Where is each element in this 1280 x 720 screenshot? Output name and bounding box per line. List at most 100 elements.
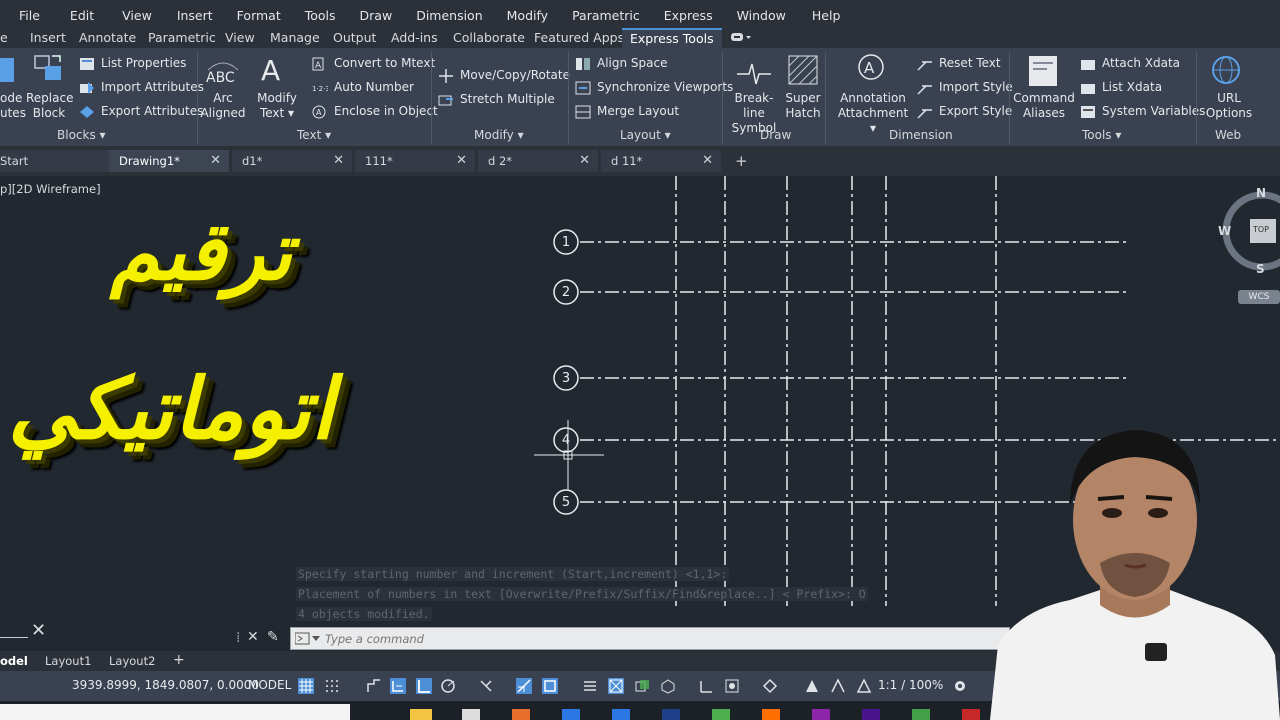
url-options-button[interactable]: URL Options xyxy=(1204,91,1254,121)
add-layout-plus-icon[interactable]: + xyxy=(173,652,185,668)
coordinates-readout[interactable]: 3939.8999, 1849.0807, 0.0000 xyxy=(72,678,259,692)
stretch-multiple-button[interactable]: Stretch Multiple xyxy=(438,92,555,107)
blocks-partial-a[interactable]: ode xyxy=(0,91,22,106)
modify-text-button[interactable]: Modify Text ▾ xyxy=(254,91,300,121)
doc-tab-d1[interactable]: d1* ✕ xyxy=(232,150,352,172)
draw-panel-label[interactable]: Draw xyxy=(760,128,791,142)
export-style-button[interactable]: Export Style xyxy=(917,104,1012,119)
menu-insert[interactable]: Insert xyxy=(177,8,213,28)
taskbar-app-icons[interactable] xyxy=(360,705,1000,720)
close-icon[interactable]: ✕ xyxy=(579,150,590,172)
snap-mode-icon[interactable] xyxy=(324,678,340,694)
command-prompt-icon[interactable] xyxy=(295,632,321,646)
tab-addins[interactable]: Add-ins xyxy=(391,30,438,45)
command-line[interactable] xyxy=(290,627,1010,650)
move-copy-rotate-button[interactable]: Move/Copy/Rotate xyxy=(438,68,570,83)
dimension-panel-label[interactable]: Dimension xyxy=(889,128,953,142)
tab-home[interactable]: e xyxy=(0,30,8,45)
menu-dimension[interactable]: Dimension xyxy=(416,8,482,28)
close-icon[interactable]: ✕ xyxy=(456,150,467,172)
replace-block-button[interactable]: Replace Block xyxy=(26,91,73,121)
model-space-toggle[interactable]: MODEL xyxy=(248,678,291,692)
gizmo-icon[interactable] xyxy=(762,678,778,694)
system-variables-button[interactable]: System Variables xyxy=(1080,104,1205,119)
ortho-mode-icon[interactable] xyxy=(416,678,432,694)
viewcube-top[interactable]: TOP xyxy=(1253,225,1269,234)
tools-panel-label[interactable]: Tools ▾ xyxy=(1082,128,1121,142)
menu-help[interactable]: Help xyxy=(812,8,841,28)
menu-window[interactable]: Window xyxy=(737,8,786,28)
auto-number-button[interactable]: 1·2·3 Auto Number xyxy=(312,80,414,95)
wrench-icon[interactable]: ✎ xyxy=(267,629,279,645)
export-attributes-button[interactable]: Export Attributes xyxy=(79,104,203,119)
selection-cycling-icon[interactable] xyxy=(634,678,650,694)
object-snap-icon[interactable] xyxy=(542,678,558,694)
annotation-visibility-icon[interactable] xyxy=(804,678,820,694)
close-icon[interactable]: ✕ xyxy=(210,150,221,172)
attach-xdata-button[interactable]: Attach Xdata xyxy=(1080,56,1180,71)
close-icon[interactable]: ✕ xyxy=(31,620,46,641)
doc-tab-d11[interactable]: d 11* ✕ xyxy=(601,150,721,172)
isometric-drafting-icon[interactable] xyxy=(478,678,494,694)
list-xdata-button[interactable]: List Xdata xyxy=(1080,80,1162,95)
tab-output[interactable]: Output xyxy=(333,30,376,45)
annotation-scale-menu[interactable]: 1:1 / 100% xyxy=(878,678,943,692)
menu-express[interactable]: Express xyxy=(664,8,713,28)
command-input[interactable] xyxy=(325,630,985,647)
menu-draw[interactable]: Draw xyxy=(360,8,393,28)
close-icon[interactable]: ✕ xyxy=(333,150,344,172)
dynamic-ucs-icon[interactable] xyxy=(698,678,714,694)
import-style-button[interactable]: Import Style xyxy=(917,80,1013,95)
close-icon[interactable]: ✕ xyxy=(247,629,259,645)
wcs-menu[interactable]: WCS xyxy=(1238,290,1280,304)
infer-constraints-icon[interactable] xyxy=(366,678,382,694)
menu-file[interactable]: File xyxy=(19,8,40,28)
polar-tracking-icon[interactable] xyxy=(440,678,456,694)
doc-tab-start[interactable]: Start xyxy=(0,150,110,172)
tab-collaborate[interactable]: Collaborate xyxy=(453,30,525,45)
import-attributes-button[interactable]: Import Attributes xyxy=(79,80,204,95)
tab-layout2[interactable]: Layout2 xyxy=(109,654,155,668)
reset-text-button[interactable]: Reset Text xyxy=(917,56,1001,71)
web-panel-label[interactable]: Web xyxy=(1215,128,1241,142)
blocks-panel-label[interactable]: Blocks ▾ xyxy=(57,128,106,142)
selection-filter-icon[interactable] xyxy=(724,678,740,694)
synchronize-viewports-button[interactable]: Synchronize Viewports xyxy=(575,80,733,95)
auto-scale-icon[interactable] xyxy=(830,678,846,694)
command-grip-icon[interactable]: ⁞ xyxy=(236,630,240,646)
tab-parametric[interactable]: Parametric xyxy=(148,30,216,45)
align-space-button[interactable]: Align Space xyxy=(575,56,667,71)
tab-annotate[interactable]: Annotate xyxy=(79,30,136,45)
tab-featured-apps[interactable]: Featured Apps xyxy=(534,30,624,45)
tab-model[interactable]: odel xyxy=(0,654,28,668)
super-hatch-button[interactable]: Super Hatch xyxy=(783,91,823,121)
tab-view[interactable]: View xyxy=(225,30,255,45)
layout-panel-label[interactable]: Layout ▾ xyxy=(620,128,671,142)
doc-tab-111[interactable]: 111* ✕ xyxy=(355,150,475,172)
list-properties-button[interactable]: List Properties xyxy=(79,56,186,71)
object-snap-tracking-icon[interactable] xyxy=(516,678,532,694)
text-panel-label[interactable]: Text ▾ xyxy=(297,128,331,142)
new-tab-plus-icon[interactable]: + xyxy=(735,152,748,170)
transparency-icon[interactable] xyxy=(608,678,624,694)
modify-panel-label[interactable]: Modify ▾ xyxy=(474,128,524,142)
taskbar-search[interactable] xyxy=(0,704,350,720)
blocks-partial-b[interactable]: utes xyxy=(0,106,26,121)
menu-modify[interactable]: Modify xyxy=(507,8,548,28)
tab-layout1[interactable]: Layout1 xyxy=(45,654,91,668)
lineweight-icon[interactable] xyxy=(582,678,598,694)
dynamic-input-icon[interactable] xyxy=(390,678,406,694)
tab-express-tools[interactable]: Express Tools xyxy=(622,28,722,48)
menu-format[interactable]: Format xyxy=(237,8,281,28)
doc-tab-d2[interactable]: d 2* ✕ xyxy=(478,150,598,172)
tab-insert[interactable]: Insert xyxy=(30,30,66,45)
arc-aligned-button[interactable]: Arc Aligned xyxy=(200,91,246,121)
doc-tab-drawing1[interactable]: Drawing1* ✕ xyxy=(109,150,229,172)
grid-display-icon[interactable] xyxy=(298,678,314,694)
menu-edit[interactable]: Edit xyxy=(70,8,94,28)
gear-icon[interactable] xyxy=(952,678,968,694)
merge-layout-button[interactable]: Merge Layout xyxy=(575,104,679,119)
close-icon[interactable]: ✕ xyxy=(702,150,713,172)
command-aliases-button[interactable]: Command Aliases xyxy=(1013,91,1075,121)
3d-object-snap-icon[interactable] xyxy=(660,678,676,694)
